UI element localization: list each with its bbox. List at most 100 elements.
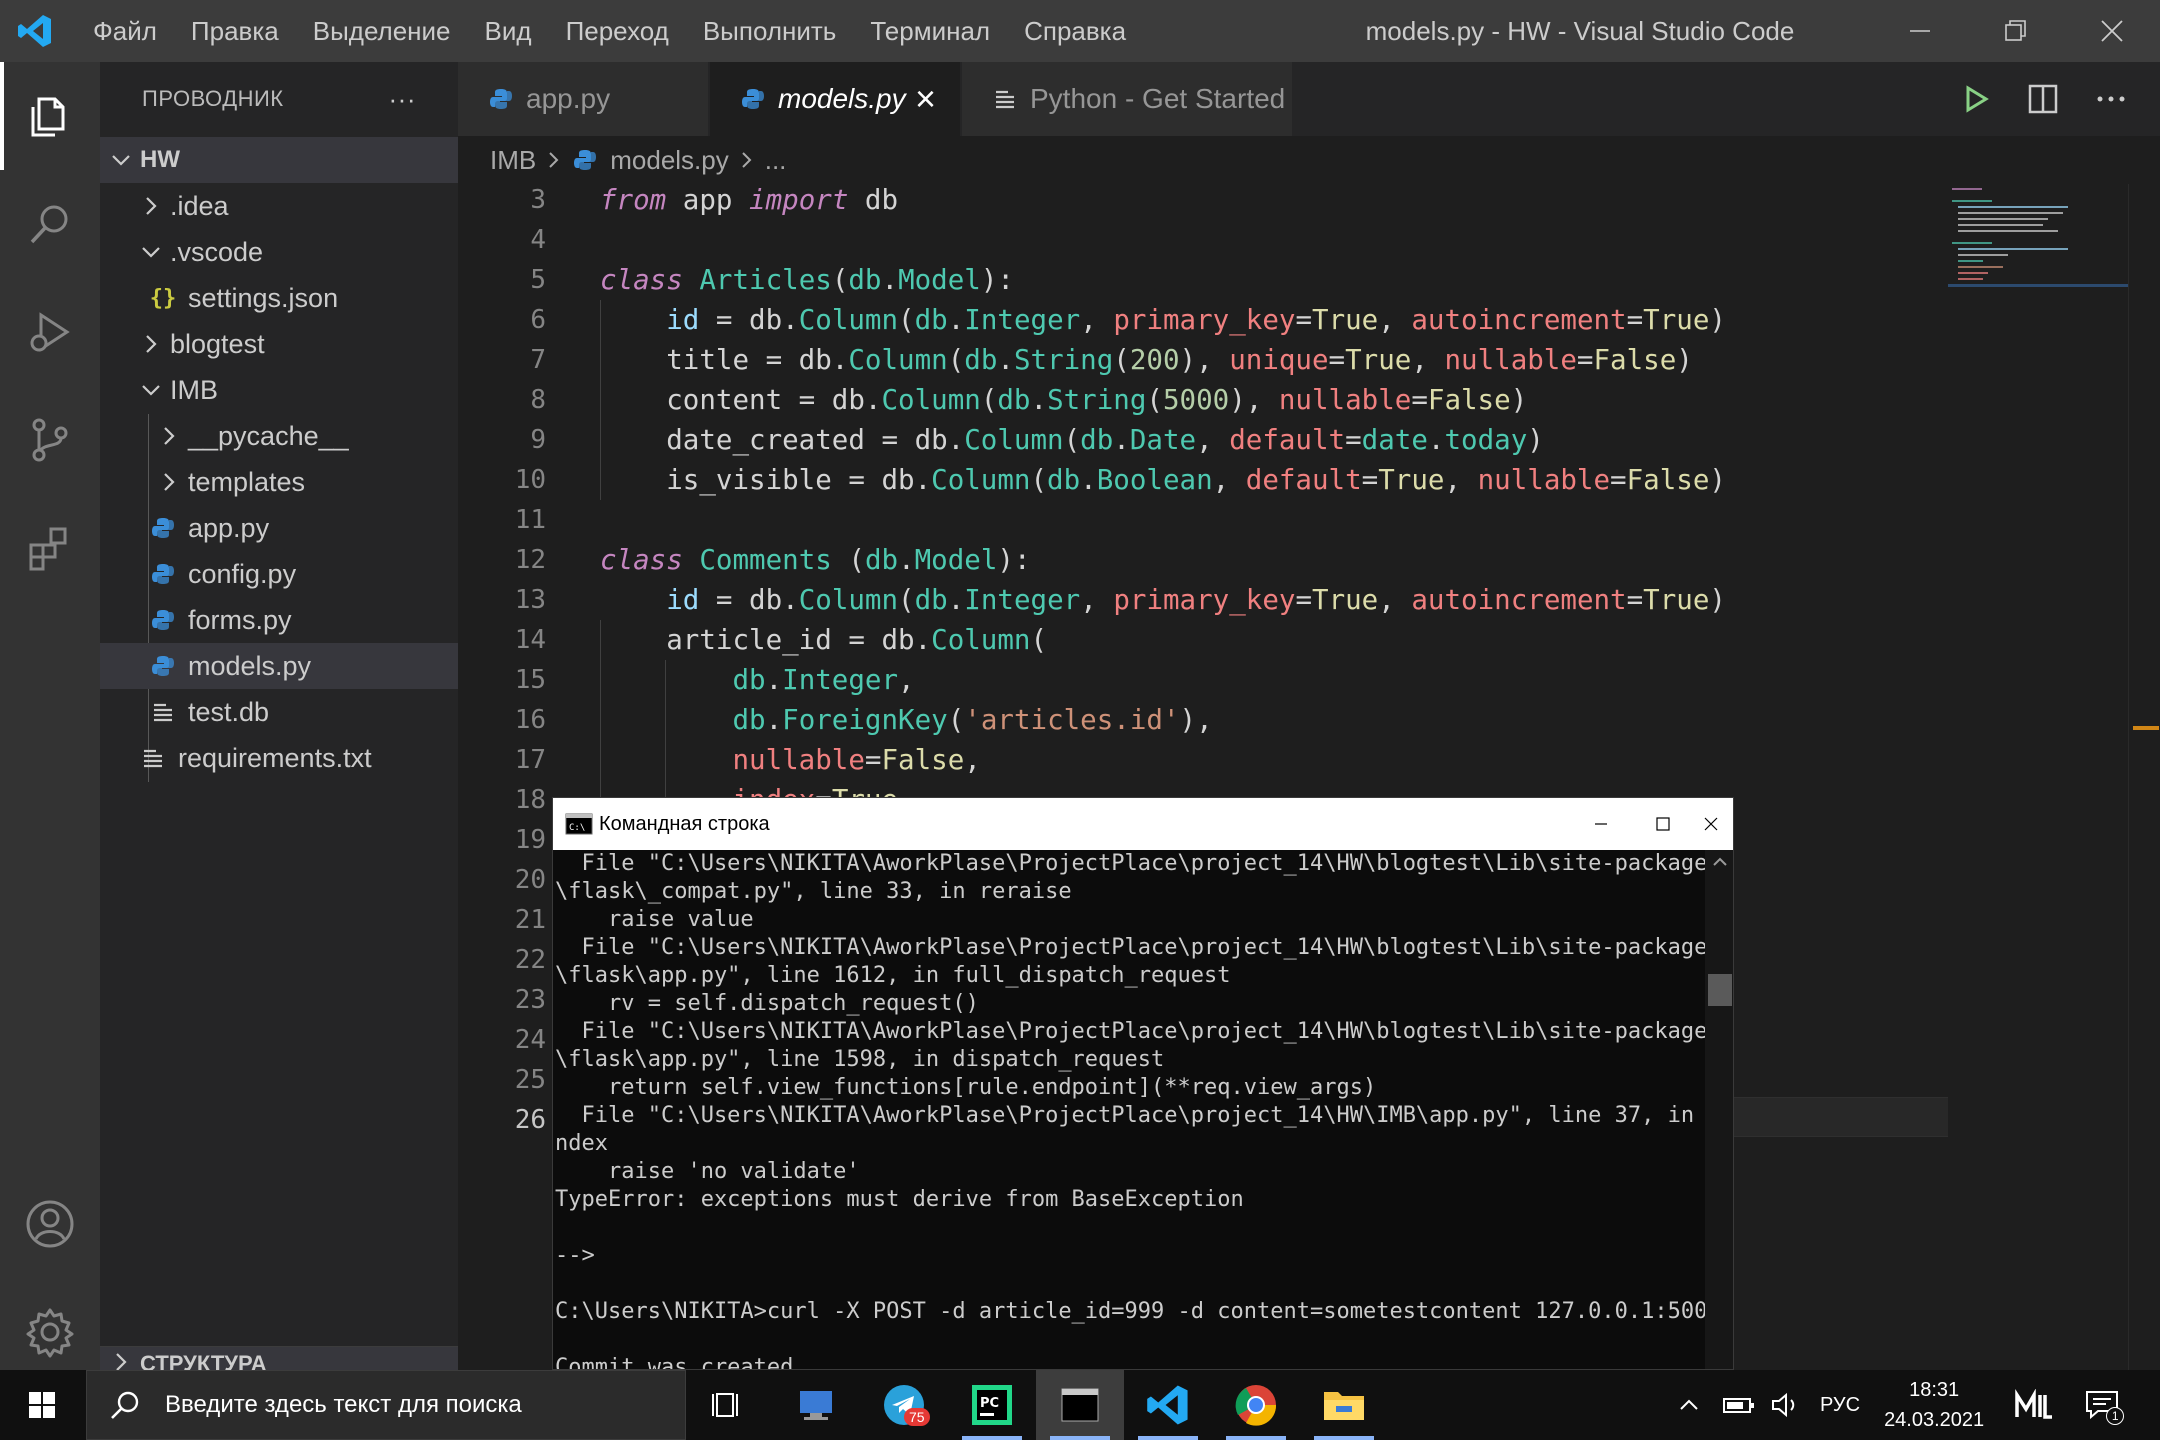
minimap-line — [1958, 272, 1988, 274]
cmd-maximize-button[interactable] — [1639, 798, 1687, 850]
breadcrumb-folder[interactable]: IMB — [490, 145, 536, 176]
svg-text:C:\: C:\ — [569, 823, 585, 833]
python-file-icon — [150, 607, 176, 633]
tree-item-models-py[interactable]: models.py — [100, 643, 458, 689]
minimize-button[interactable] — [1872, 0, 1968, 62]
task-view-icon — [712, 1393, 738, 1417]
minimize-icon — [1910, 30, 1930, 32]
cmd-scroll-thumb[interactable] — [1708, 974, 1732, 1006]
cmd-scrollbar[interactable] — [1705, 850, 1733, 1369]
taskbar-app-telegram[interactable]: 75 — [860, 1370, 948, 1440]
tree-item-settings-json[interactable]: {} settings.json — [100, 275, 458, 321]
tree-item-vscode[interactable]: .vscode — [100, 229, 458, 275]
run-debug-icon[interactable] — [0, 278, 100, 386]
tab-label: models.py — [778, 83, 906, 114]
task-view-button[interactable] — [684, 1370, 772, 1440]
tree-item-test-db[interactable]: test.db — [100, 689, 458, 735]
minimap-line — [1958, 212, 2063, 214]
explorer-more-button[interactable]: ··· — [389, 84, 416, 115]
tree-item-templates[interactable]: templates — [100, 459, 458, 505]
folder-root-hw[interactable]: HW — [100, 137, 458, 183]
tree-item-pycache[interactable]: __pycache__ — [100, 413, 458, 459]
chevron-down-icon — [112, 155, 130, 166]
running-indicator — [1226, 1436, 1286, 1440]
tab-label: Python - Get Started — [1030, 83, 1286, 114]
tab-app-py[interactable]: app.py — [458, 62, 708, 136]
line-number: 16 — [514, 705, 546, 735]
taskbar-app-chrome[interactable] — [1212, 1370, 1300, 1440]
minimap[interactable] — [1948, 184, 2128, 1370]
minimap-preview — [1948, 188, 2128, 287]
tab-python-get-started[interactable]: Python - Get Started — [962, 62, 1292, 136]
minimap-line — [1958, 266, 2003, 268]
cmd-title: Командная строка — [599, 812, 770, 835]
menu-view[interactable]: Вид — [468, 0, 549, 62]
menu-bar: Файл Правка Выделение Вид Переход Выполн… — [76, 0, 1143, 62]
search-icon[interactable] — [0, 170, 100, 278]
taskbar-clock[interactable]: 18:31 24.03.2021 — [1884, 1375, 1984, 1435]
extensions-icon[interactable] — [0, 494, 100, 602]
system-tray: РУС 18:31 24.03.2021 1 — [1676, 1370, 2125, 1440]
minimap-line — [1958, 248, 2068, 250]
menu-go[interactable]: Переход — [549, 0, 686, 62]
keyboard-language[interactable]: РУС — [1820, 1394, 1860, 1417]
tree-item-imb[interactable]: IMB — [100, 367, 458, 413]
line-number: 22 — [514, 945, 546, 975]
tree-item-idea[interactable]: .idea — [100, 183, 458, 229]
menu-help[interactable]: Справка — [1007, 0, 1143, 62]
cmd-close-button[interactable] — [1687, 798, 1733, 850]
menu-terminal[interactable]: Терминал — [853, 0, 1007, 62]
taskbar-app-pycharm[interactable]: PC — [948, 1370, 1036, 1440]
play-icon — [1966, 85, 1989, 113]
tree-item-label: forms.py — [188, 604, 292, 635]
editor-more-actions-button[interactable] — [2090, 78, 2132, 120]
taskbar-app-cmd[interactable] — [1036, 1370, 1124, 1440]
tree-item-blogtest[interactable]: blogtest — [100, 321, 458, 367]
split-editor-button[interactable] — [2022, 78, 2064, 120]
cmd-output[interactable]: File "C:\Users\NIKITA\AworkPlase\Project… — [553, 850, 1705, 1369]
tab-close-button[interactable]: × — [915, 78, 936, 120]
tree-item-label: test.db — [188, 696, 270, 727]
taskbar-app-vscode[interactable] — [1124, 1370, 1212, 1440]
breadcrumb-symbols[interactable]: ... — [765, 145, 787, 176]
minimap-line — [1958, 260, 1983, 262]
menu-run[interactable]: Выполнить — [686, 0, 854, 62]
run-python-file-button[interactable] — [1954, 78, 1996, 120]
json-braces-icon: {} — [149, 285, 177, 311]
search-icon — [111, 1391, 139, 1419]
cmd-minimize-button-2[interactable] — [1563, 798, 1639, 850]
windows-logo-icon — [29, 1392, 55, 1418]
start-button[interactable] — [0, 1370, 84, 1440]
minimap-line — [1958, 230, 2058, 232]
menu-selection[interactable]: Выделение — [296, 0, 468, 62]
taskbar-app-file-explorer[interactable] — [1300, 1370, 1388, 1440]
windows-taskbar: Введите здесь текст для поиска 75 PC РУС… — [0, 1370, 2160, 1440]
explorer-icon[interactable] — [0, 62, 100, 170]
cmd-title-bar[interactable]: C:\ Командная строка — [553, 798, 1733, 850]
close-window-button[interactable] — [2064, 0, 2160, 62]
cmd-window[interactable]: C:\ Командная строка File "C:\Users\NIKI… — [552, 797, 1734, 1370]
taskbar-search[interactable]: Введите здесь текст для поиска — [86, 1370, 686, 1440]
tree-item-app-py[interactable]: app.py — [100, 505, 458, 551]
taskbar-app-remote-desktop[interactable] — [772, 1370, 860, 1440]
tree-item-requirements-txt[interactable]: requirements.txt — [100, 735, 458, 781]
python-file-icon — [150, 653, 176, 679]
account-icon[interactable] — [0, 1170, 100, 1278]
restore-button[interactable] — [1968, 0, 2064, 62]
tab-models-py[interactable]: models.py × — [710, 62, 960, 136]
vscode-logo-icon[interactable] — [0, 0, 70, 62]
notification-center-button[interactable]: 1 — [2084, 1389, 2125, 1425]
code-lines[interactable]: from app import db class Articles(db.Mod… — [600, 184, 1726, 820]
tree-item-label: models.py — [188, 650, 312, 681]
tree-item-forms-py[interactable]: forms.py — [100, 597, 458, 643]
split-editor-icon — [2028, 84, 2058, 114]
outline-section-header[interactable]: СТРУКТУРА — [100, 1346, 458, 1370]
tree-item-config-py[interactable]: config.py — [100, 551, 458, 597]
text-lines-icon — [140, 745, 166, 771]
editor-scrollbar[interactable] — [2128, 184, 2160, 1370]
close-icon — [2101, 20, 2123, 42]
menu-edit[interactable]: Правка — [174, 0, 296, 62]
breadcrumb-file[interactable]: models.py — [610, 145, 729, 176]
source-control-icon[interactable] — [0, 386, 100, 494]
menu-file[interactable]: Файл — [76, 0, 174, 62]
